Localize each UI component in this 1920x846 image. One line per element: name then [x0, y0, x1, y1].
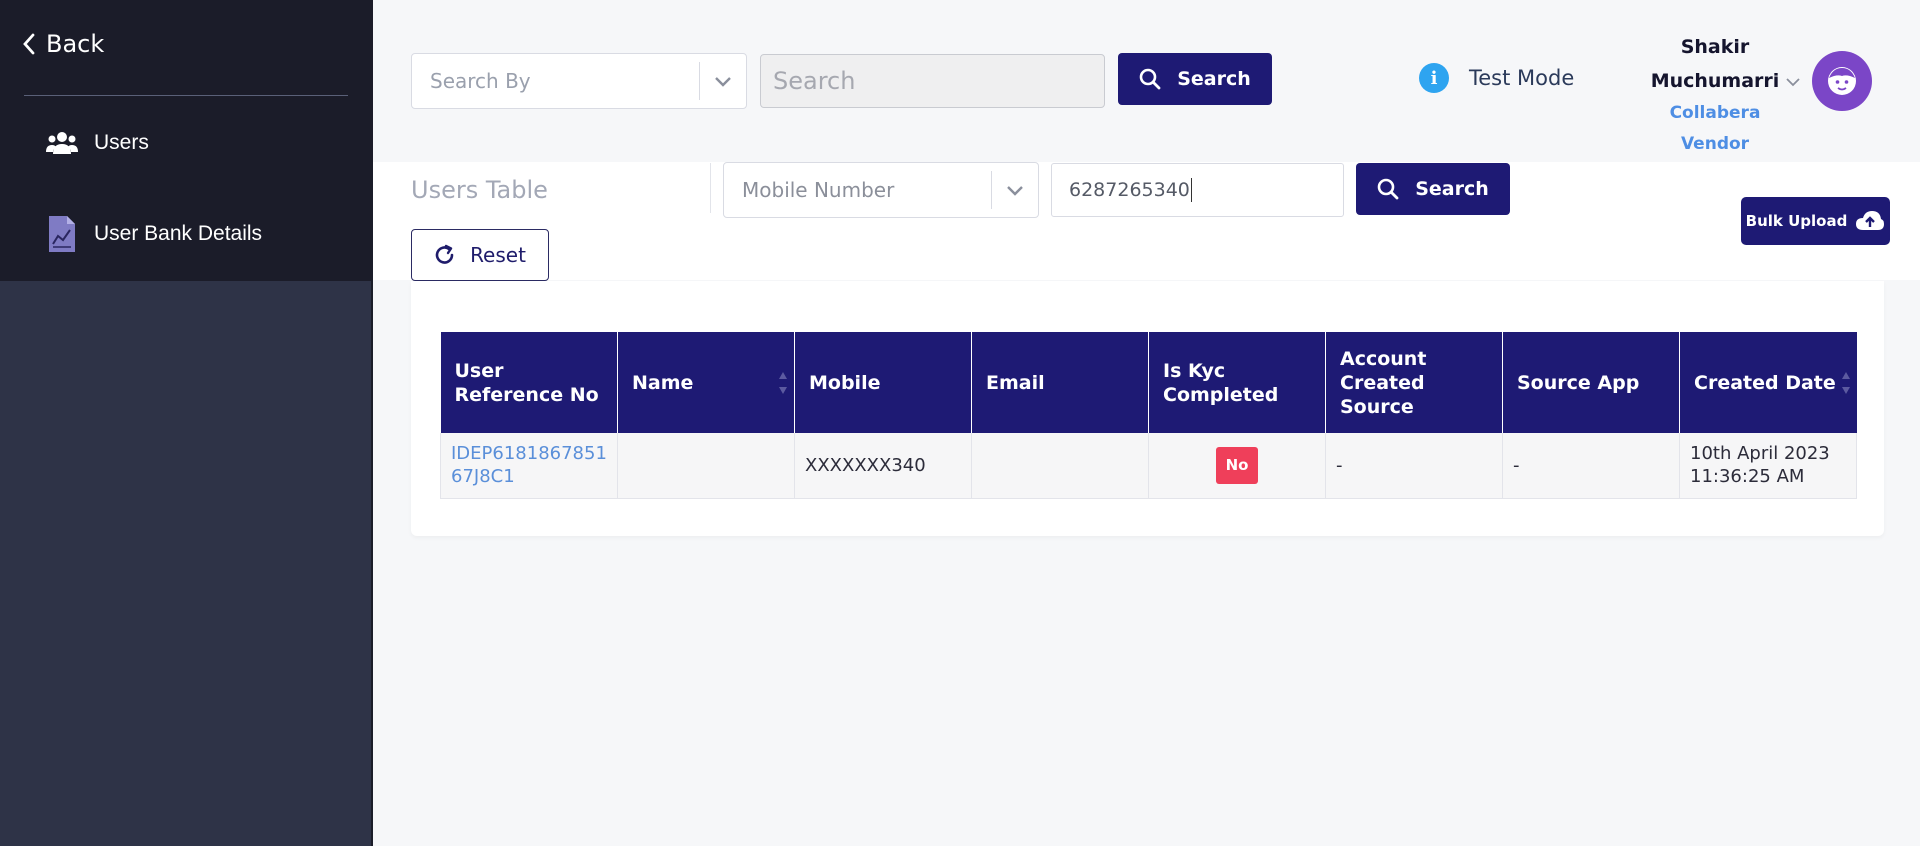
search-button[interactable]: Search — [1118, 53, 1272, 105]
test-mode-label: Test Mode — [1469, 66, 1575, 90]
users-table: User Reference No Name Mobile Email Is K… — [440, 332, 1857, 499]
avatar-face-icon — [1828, 67, 1856, 95]
filter-field-value: Mobile Number — [742, 178, 895, 202]
cell-created-date: 10th April 2023 11:36:25 AM — [1679, 433, 1857, 499]
kyc-status-badge: No — [1215, 446, 1259, 484]
user-reference-link[interactable]: IDEP618186785167J8C1 — [451, 443, 607, 487]
search-by-placeholder: Search By — [430, 69, 531, 93]
sidebar-item-user-bank-details[interactable]: User Bank Details — [46, 213, 262, 255]
search-by-select[interactable]: Search By — [411, 53, 747, 109]
search-button-label: Search — [1177, 68, 1251, 90]
test-mode-indicator: i Test Mode — [1419, 63, 1574, 93]
bulk-upload-label: Bulk Upload — [1745, 212, 1848, 230]
avatar[interactable] — [1812, 51, 1872, 111]
column-header: Email — [971, 332, 1149, 433]
cell-source-app: - — [1502, 433, 1680, 499]
reset-button[interactable]: Reset — [411, 229, 549, 281]
user-menu-chevron-icon[interactable] — [1786, 72, 1800, 91]
sort-icon[interactable] — [1841, 370, 1851, 396]
cell-mobile: XXXXXXX340 — [794, 433, 972, 499]
cell-name — [617, 433, 795, 499]
refresh-icon — [435, 244, 454, 264]
search-input-placeholder: Search — [773, 67, 856, 95]
cloud-upload-icon — [1856, 211, 1885, 230]
sidebar-nav: Back Users User Bank Details — [0, 0, 373, 281]
search-input[interactable]: Search — [760, 54, 1105, 108]
info-icon: i — [1419, 63, 1449, 93]
table-row: IDEP618186785167J8C1 XXXXXXX340 No - - 1… — [440, 433, 1857, 499]
sidebar-item-label: User Bank Details — [94, 222, 263, 245]
text-caret — [1190, 178, 1192, 202]
column-header: User Reference No — [440, 332, 618, 433]
filter-value-text: 6287265340 — [1069, 179, 1190, 201]
cell-account-source: - — [1325, 433, 1503, 499]
column-header: Mobile — [794, 332, 972, 433]
column-header-label: Source App — [1517, 371, 1640, 394]
created-time: 11:36:25 AM — [1690, 466, 1805, 488]
cell-ref: IDEP618186785167J8C1 — [440, 433, 618, 499]
column-header-label: Email — [986, 371, 1045, 394]
document-chart-icon — [46, 213, 78, 255]
filter-search-button[interactable]: Search — [1356, 163, 1510, 215]
chevron-down-icon — [992, 185, 1038, 196]
filter-search-label: Search — [1415, 178, 1489, 200]
column-header-created-date[interactable]: Created Date — [1679, 332, 1857, 433]
created-date: 10th April 2023 — [1690, 443, 1830, 465]
reset-label: Reset — [470, 243, 526, 267]
user-company: Collabera — [1669, 103, 1761, 123]
user-role: Vendor — [1680, 134, 1750, 154]
filter-field-select[interactable]: Mobile Number — [723, 162, 1039, 218]
column-header-label: Created Date — [1694, 371, 1836, 394]
sidebar-divider — [24, 95, 348, 96]
users-icon — [46, 122, 78, 164]
bulk-upload-button[interactable]: Bulk Upload — [1741, 197, 1890, 245]
column-header: Is Kyc Completed — [1148, 332, 1326, 433]
column-header-name[interactable]: Name — [617, 332, 795, 433]
column-header-label: Account Created Source — [1340, 347, 1427, 418]
toolbar-divider — [710, 163, 711, 213]
back-label: Back — [46, 30, 105, 58]
column-header-label: Is Kyc Completed — [1163, 359, 1279, 406]
column-header: Account Created Source — [1325, 332, 1503, 433]
column-header-label: Mobile — [809, 371, 881, 394]
column-header-label: User Reference No — [454, 359, 599, 406]
sidebar-item-label: Users — [94, 131, 149, 154]
table-header-row: User Reference No Name Mobile Email Is K… — [440, 332, 1857, 433]
sidebar: Back Users User Bank Details — [0, 0, 373, 846]
column-header-label: Name — [632, 371, 694, 394]
back-button[interactable]: Back — [22, 30, 104, 58]
cell-email — [971, 433, 1149, 499]
chevron-down-icon — [700, 76, 746, 87]
chevron-left-icon — [23, 33, 35, 55]
user-name-line2: Muchumarri — [1650, 70, 1780, 92]
user-menu[interactable]: Shakir Muchumarri Collabera Vendor — [1640, 30, 1790, 160]
cell-kyc: No — [1148, 433, 1326, 499]
sidebar-item-users[interactable]: Users — [46, 122, 149, 164]
user-name-line1: Shakir — [1680, 36, 1750, 58]
search-icon — [1377, 178, 1399, 200]
column-header: Source App — [1502, 332, 1680, 433]
search-icon — [1139, 68, 1161, 90]
filter-value-input[interactable]: 6287265340 — [1051, 163, 1344, 217]
sort-icon[interactable] — [778, 370, 788, 396]
page-title: Users Table — [411, 176, 548, 204]
